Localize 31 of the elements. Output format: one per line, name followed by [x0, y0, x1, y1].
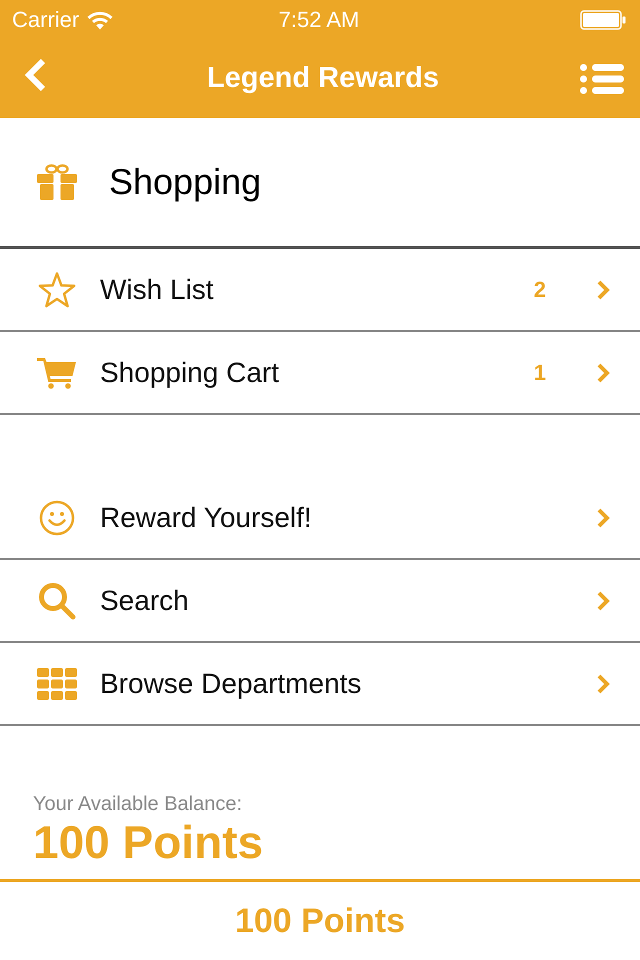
item-count: 2	[534, 276, 546, 304]
chevron-left-icon	[22, 57, 48, 93]
screen-title: Legend Rewards	[206, 61, 440, 96]
smiley-icon	[39, 500, 75, 536]
menu-item[interactable]: Shopping Cart 1	[0, 332, 640, 415]
gift-icon	[37, 164, 77, 200]
points-total: 100 Points	[234, 900, 406, 942]
battery-icon	[580, 10, 626, 30]
carrier-name: Carrier	[12, 9, 80, 31]
balance-value: 100 Points	[33, 816, 264, 869]
menu-item[interactable]: Reward Yourself!	[0, 477, 640, 560]
balance-label: Your Available Balance:	[33, 792, 244, 816]
chevron-right-icon	[596, 362, 610, 384]
menu-button[interactable]	[580, 64, 624, 94]
star-icon	[37, 270, 77, 308]
menu-item[interactable]: Wish List 2	[0, 249, 640, 332]
menu-item[interactable]: Browse Departments	[0, 643, 640, 726]
chevron-right-icon	[596, 506, 610, 528]
menu-item[interactable]: Search	[0, 560, 640, 643]
back-button[interactable]	[22, 57, 48, 93]
chevron-right-icon	[596, 278, 610, 300]
menu-icon	[580, 64, 624, 94]
chevron-right-icon	[596, 672, 610, 694]
cart-icon	[37, 356, 77, 388]
chevron-right-icon	[596, 590, 610, 612]
section-title: Shopping	[109, 162, 262, 202]
wifi-icon	[87, 10, 114, 30]
search-icon	[38, 582, 76, 620]
grid-icon	[37, 668, 77, 700]
status-time: 7:52 AM	[278, 9, 360, 31]
item-count: 1	[534, 359, 546, 387]
